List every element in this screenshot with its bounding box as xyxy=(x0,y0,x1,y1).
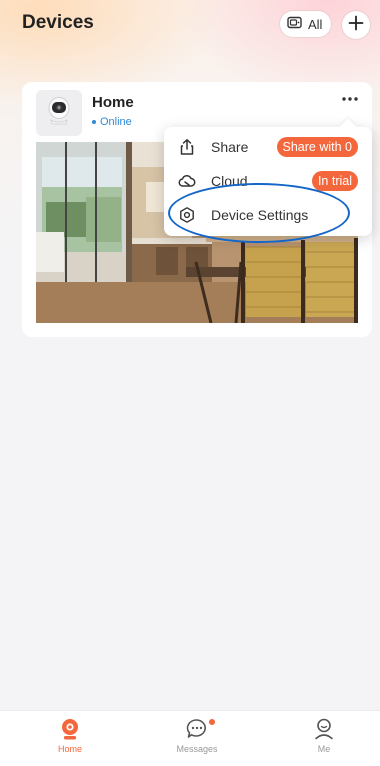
device-status: Online xyxy=(92,116,132,128)
menu-item-share[interactable]: Share Share with 0 xyxy=(164,133,372,163)
share-icon xyxy=(178,138,196,156)
plus-icon xyxy=(348,15,364,36)
device-name: Home xyxy=(92,94,134,111)
tab-label: Me xyxy=(317,744,331,754)
filter-label: All xyxy=(308,16,323,32)
user-icon xyxy=(312,717,336,741)
add-device-button[interactable] xyxy=(342,11,370,39)
tab-home[interactable]: Home xyxy=(30,711,110,766)
header: Devices All xyxy=(0,0,380,56)
cloud-icon xyxy=(178,172,196,190)
bottom-tab-bar: Home Messages Me xyxy=(0,710,380,766)
camera-icon xyxy=(46,96,72,131)
tab-label: Home xyxy=(57,744,82,754)
message-icon xyxy=(185,717,209,741)
device-thumbnail xyxy=(36,90,82,136)
share-count-badge: Share with 0 xyxy=(276,137,358,157)
device-status-label: Online xyxy=(100,116,132,128)
page-title: Devices xyxy=(22,12,94,33)
cloud-trial-badge: In trial xyxy=(311,171,358,191)
tab-label: Messages xyxy=(176,744,218,754)
more-options-button[interactable] xyxy=(336,86,364,110)
filter-all-button[interactable]: All xyxy=(280,11,332,37)
highlight-annotation xyxy=(168,183,350,243)
home-camera-icon xyxy=(58,717,82,741)
menu-item-label: Share xyxy=(211,139,249,155)
tab-messages[interactable]: Messages xyxy=(157,711,237,766)
unread-dot xyxy=(209,719,215,725)
more-dots-icon xyxy=(341,86,359,106)
tab-me[interactable]: Me xyxy=(284,711,364,766)
online-dot xyxy=(92,120,96,124)
camera-list-icon xyxy=(287,16,303,33)
